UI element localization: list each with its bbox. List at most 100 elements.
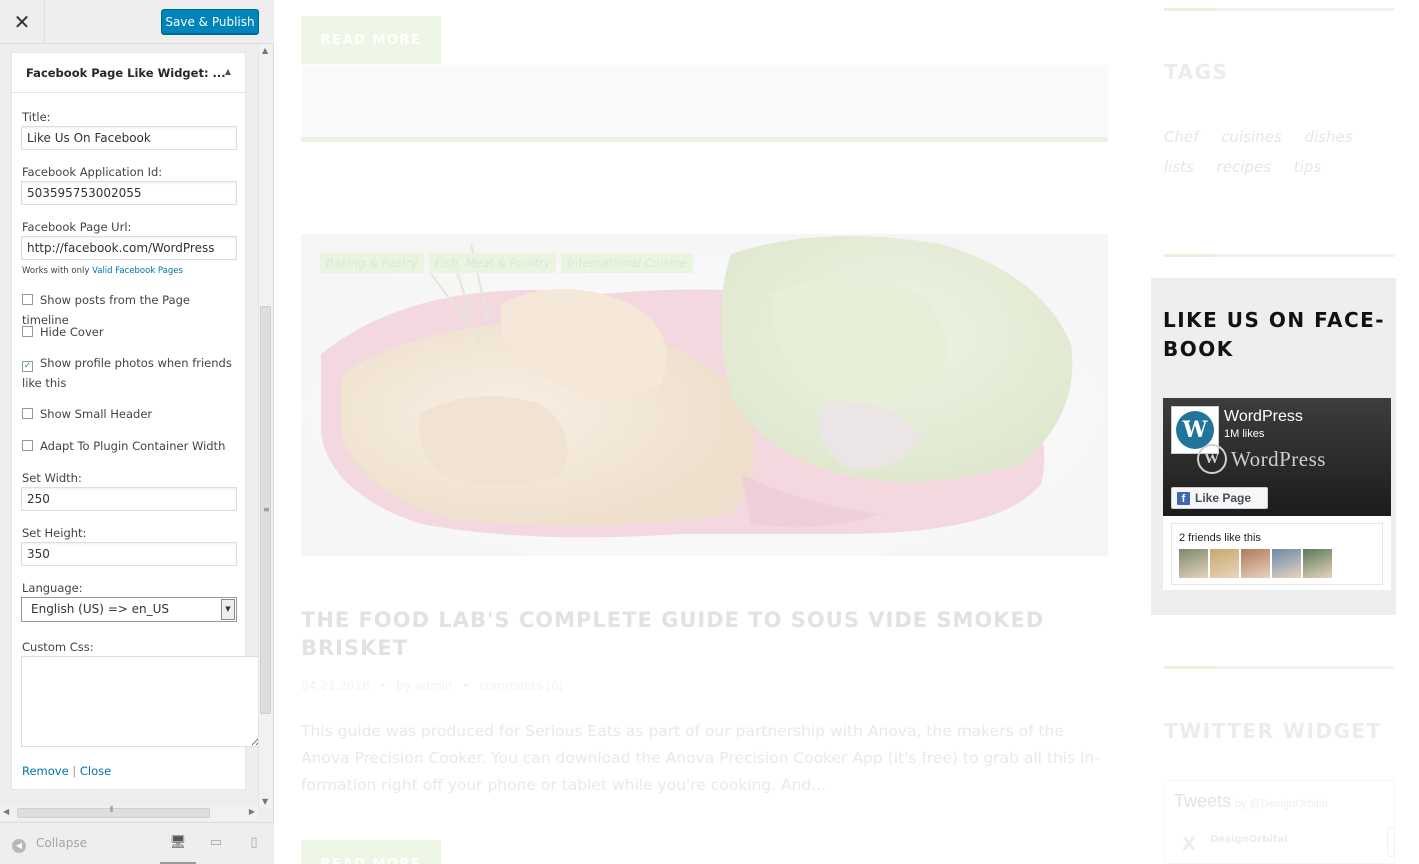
adapt-width-option[interactable]: Adapt To Plugin Container Width xyxy=(22,436,237,456)
title-input[interactable] xyxy=(21,126,237,150)
page-url-input[interactable] xyxy=(21,236,237,260)
timeline-scrollbar[interactable] xyxy=(1387,827,1395,857)
adapt-width-checkbox[interactable] xyxy=(22,440,33,451)
friend-avatar[interactable] xyxy=(1241,549,1270,578)
facebook-like-widget: LIKE US ON FACE-BOOK W WordPress 1M like… xyxy=(1151,278,1396,615)
valid-facebook-pages-link[interactable]: Valid Facebook Pages xyxy=(92,266,183,276)
desktop-icon[interactable]: 🖥 xyxy=(160,835,196,864)
widget-divider xyxy=(1164,8,1395,11)
widget-header[interactable]: Facebook Page Like Widget: ... ▲ xyxy=(12,53,245,93)
widget-divider xyxy=(1164,254,1395,257)
mobile-icon[interactable]: ▯ xyxy=(245,835,263,853)
preview-sidebar: TAGS Chef cuisines dishes lists recipes … xyxy=(1149,0,1419,864)
scroll-up-icon[interactable]: ▲ xyxy=(262,46,268,55)
remove-link[interactable]: Remove xyxy=(22,764,69,778)
custom-css-textarea[interactable] xyxy=(21,656,261,747)
tweets-header: Tweets by @DesignOrbital xyxy=(1174,791,1328,811)
post-categories: Baking & Pastry Fish, Meat & Poultry Int… xyxy=(320,253,693,273)
app-id-input[interactable] xyxy=(21,181,237,205)
collapse-button[interactable]: ◀ Collapse xyxy=(12,836,87,853)
widget-divider xyxy=(1164,666,1395,669)
wordpress-wordmark: W WordPress xyxy=(1197,444,1326,474)
friend-avatar[interactable] xyxy=(1210,549,1239,578)
scroll-left-icon[interactable]: ◀ xyxy=(3,807,9,816)
fb-page-name[interactable]: WordPress xyxy=(1224,408,1303,426)
height-label: Set Height: xyxy=(22,526,87,540)
tag-link[interactable]: cuisines xyxy=(1221,122,1281,152)
width-label: Set Width: xyxy=(22,471,82,485)
twitter-timeline[interactable]: Tweets by @DesignOrbital X DesignOrbital xyxy=(1164,780,1395,864)
scroll-thumb[interactable]: ≡ xyxy=(260,306,271,714)
fb-like-page-button[interactable]: f Like Page xyxy=(1171,487,1268,509)
twitter-heading: TWITTER WIDGET xyxy=(1164,719,1382,743)
post-title[interactable]: THE FOOD LAB'S COMPLETE GUIDE TO SOUS VI… xyxy=(301,606,1061,662)
customizer-footer: ◀ Collapse 🖥 ▭ ▯ xyxy=(0,822,274,864)
chevron-down-icon[interactable]: ▼ xyxy=(221,599,235,620)
friend-avatar[interactable] xyxy=(1303,549,1332,578)
post-divider-band xyxy=(301,65,1108,137)
custom-css-label: Custom Css: xyxy=(22,640,94,654)
facebook-widget-form: Facebook Page Like Widget: ... ▲ Title: … xyxy=(11,52,261,790)
fb-cover[interactable]: W WordPress 1M likes W WordPress f Like … xyxy=(1163,398,1391,516)
customizer-header: ✕ Save & Publish xyxy=(0,0,274,44)
language-select[interactable]: English (US) => en_US ▼ xyxy=(21,597,237,622)
show-posts-checkbox[interactable] xyxy=(22,294,33,305)
height-input[interactable] xyxy=(21,542,237,566)
post-comments[interactable]: comments (0) xyxy=(479,679,563,693)
small-header-option[interactable]: Show Small Header xyxy=(22,404,237,424)
tag-link[interactable]: recipes xyxy=(1217,152,1271,182)
tag-link[interactable]: tips xyxy=(1294,152,1321,182)
customizer-panel: ✕ Save & Publish Facebook Page Like Widg… xyxy=(0,0,274,864)
hide-cover-option[interactable]: Hide Cover xyxy=(22,322,237,342)
show-faces-checkbox[interactable]: ✓ xyxy=(22,361,33,372)
page-url-help: Works with only Valid Facebook Pages xyxy=(22,266,183,276)
friend-avatar[interactable] xyxy=(1179,549,1208,578)
show-faces-option[interactable]: ✓ Show profile photos when friends like t… xyxy=(22,353,237,393)
tablet-icon[interactable]: ▭ xyxy=(207,835,225,853)
category-tag[interactable]: International Cuisine xyxy=(561,253,693,273)
tag-link[interactable]: dishes xyxy=(1305,122,1353,152)
grip-icon: ⦀ xyxy=(110,805,114,814)
post-featured-image[interactable]: Baking & Pastry Fish, Meat & Poultry Int… xyxy=(301,234,1108,556)
widget-title: Facebook Page Like Widget: ... xyxy=(26,65,226,80)
post-author[interactable]: by admin xyxy=(396,679,452,693)
scroll-right-icon[interactable]: ▶ xyxy=(249,807,255,816)
tag-link[interactable]: lists xyxy=(1164,152,1194,182)
tags-heading: TAGS xyxy=(1164,60,1229,84)
grip-icon: ≡ xyxy=(263,505,270,514)
tweet-username[interactable]: DesignOrbital xyxy=(1210,834,1288,845)
vertical-scrollbar[interactable]: ▲ ≡ ▼ xyxy=(258,44,272,808)
title-label: Title: xyxy=(22,110,51,124)
collapse-arrow-icon: ◀ xyxy=(12,839,26,853)
hide-cover-checkbox[interactable] xyxy=(22,326,33,337)
width-input[interactable] xyxy=(21,487,237,511)
category-tag[interactable]: Fish, Meat & Poultry xyxy=(428,253,557,273)
tag-link[interactable]: Chef xyxy=(1164,122,1199,152)
horizontal-scrollbar[interactable]: ◀ ⦀ ▶ xyxy=(0,805,258,820)
app-id-label: Facebook Application Id: xyxy=(22,165,163,179)
close-icon[interactable]: ✕ xyxy=(0,0,45,44)
twitter-icon: X xyxy=(1182,834,1196,855)
post-divider-line xyxy=(301,137,1108,142)
scroll-down-icon[interactable]: ▼ xyxy=(262,797,268,806)
food-photo xyxy=(301,234,1108,556)
small-header-checkbox[interactable] xyxy=(22,408,33,419)
read-more-button[interactable]: READ MORE xyxy=(301,840,441,864)
post-column: READ MORE Baking & Pastry Fish, Meat & P… xyxy=(301,0,1108,864)
friend-avatar[interactable] xyxy=(1272,549,1301,578)
category-tag[interactable]: Baking & Pastry xyxy=(320,253,424,273)
post-excerpt: This guide was produced for Serious Eats… xyxy=(301,722,1100,794)
page-url-label: Facebook Page Url: xyxy=(22,220,132,234)
widget-actions: Remove | Close xyxy=(22,764,112,778)
facebook-page-plugin: W WordPress 1M likes W WordPress f Like … xyxy=(1163,398,1391,590)
fb-widget-title: LIKE US ON FACE-BOOK xyxy=(1163,308,1386,361)
customizer-scroll-area[interactable]: Facebook Page Like Widget: ... ▲ Title: … xyxy=(0,44,274,808)
fb-friends-text: 2 friends like this xyxy=(1179,532,1261,544)
read-more-button[interactable]: READ MORE xyxy=(301,16,441,64)
tag-cloud: Chef cuisines dishes lists recipes tips xyxy=(1164,122,1394,182)
site-preview: READ MORE Baking & Pastry Fish, Meat & P… xyxy=(274,0,1419,864)
collapse-arrow-icon[interactable]: ▲ xyxy=(225,67,231,76)
fb-likes: 1M likes xyxy=(1224,428,1265,440)
save-publish-button[interactable]: Save & Publish xyxy=(161,9,259,34)
close-link[interactable]: Close xyxy=(80,764,111,778)
